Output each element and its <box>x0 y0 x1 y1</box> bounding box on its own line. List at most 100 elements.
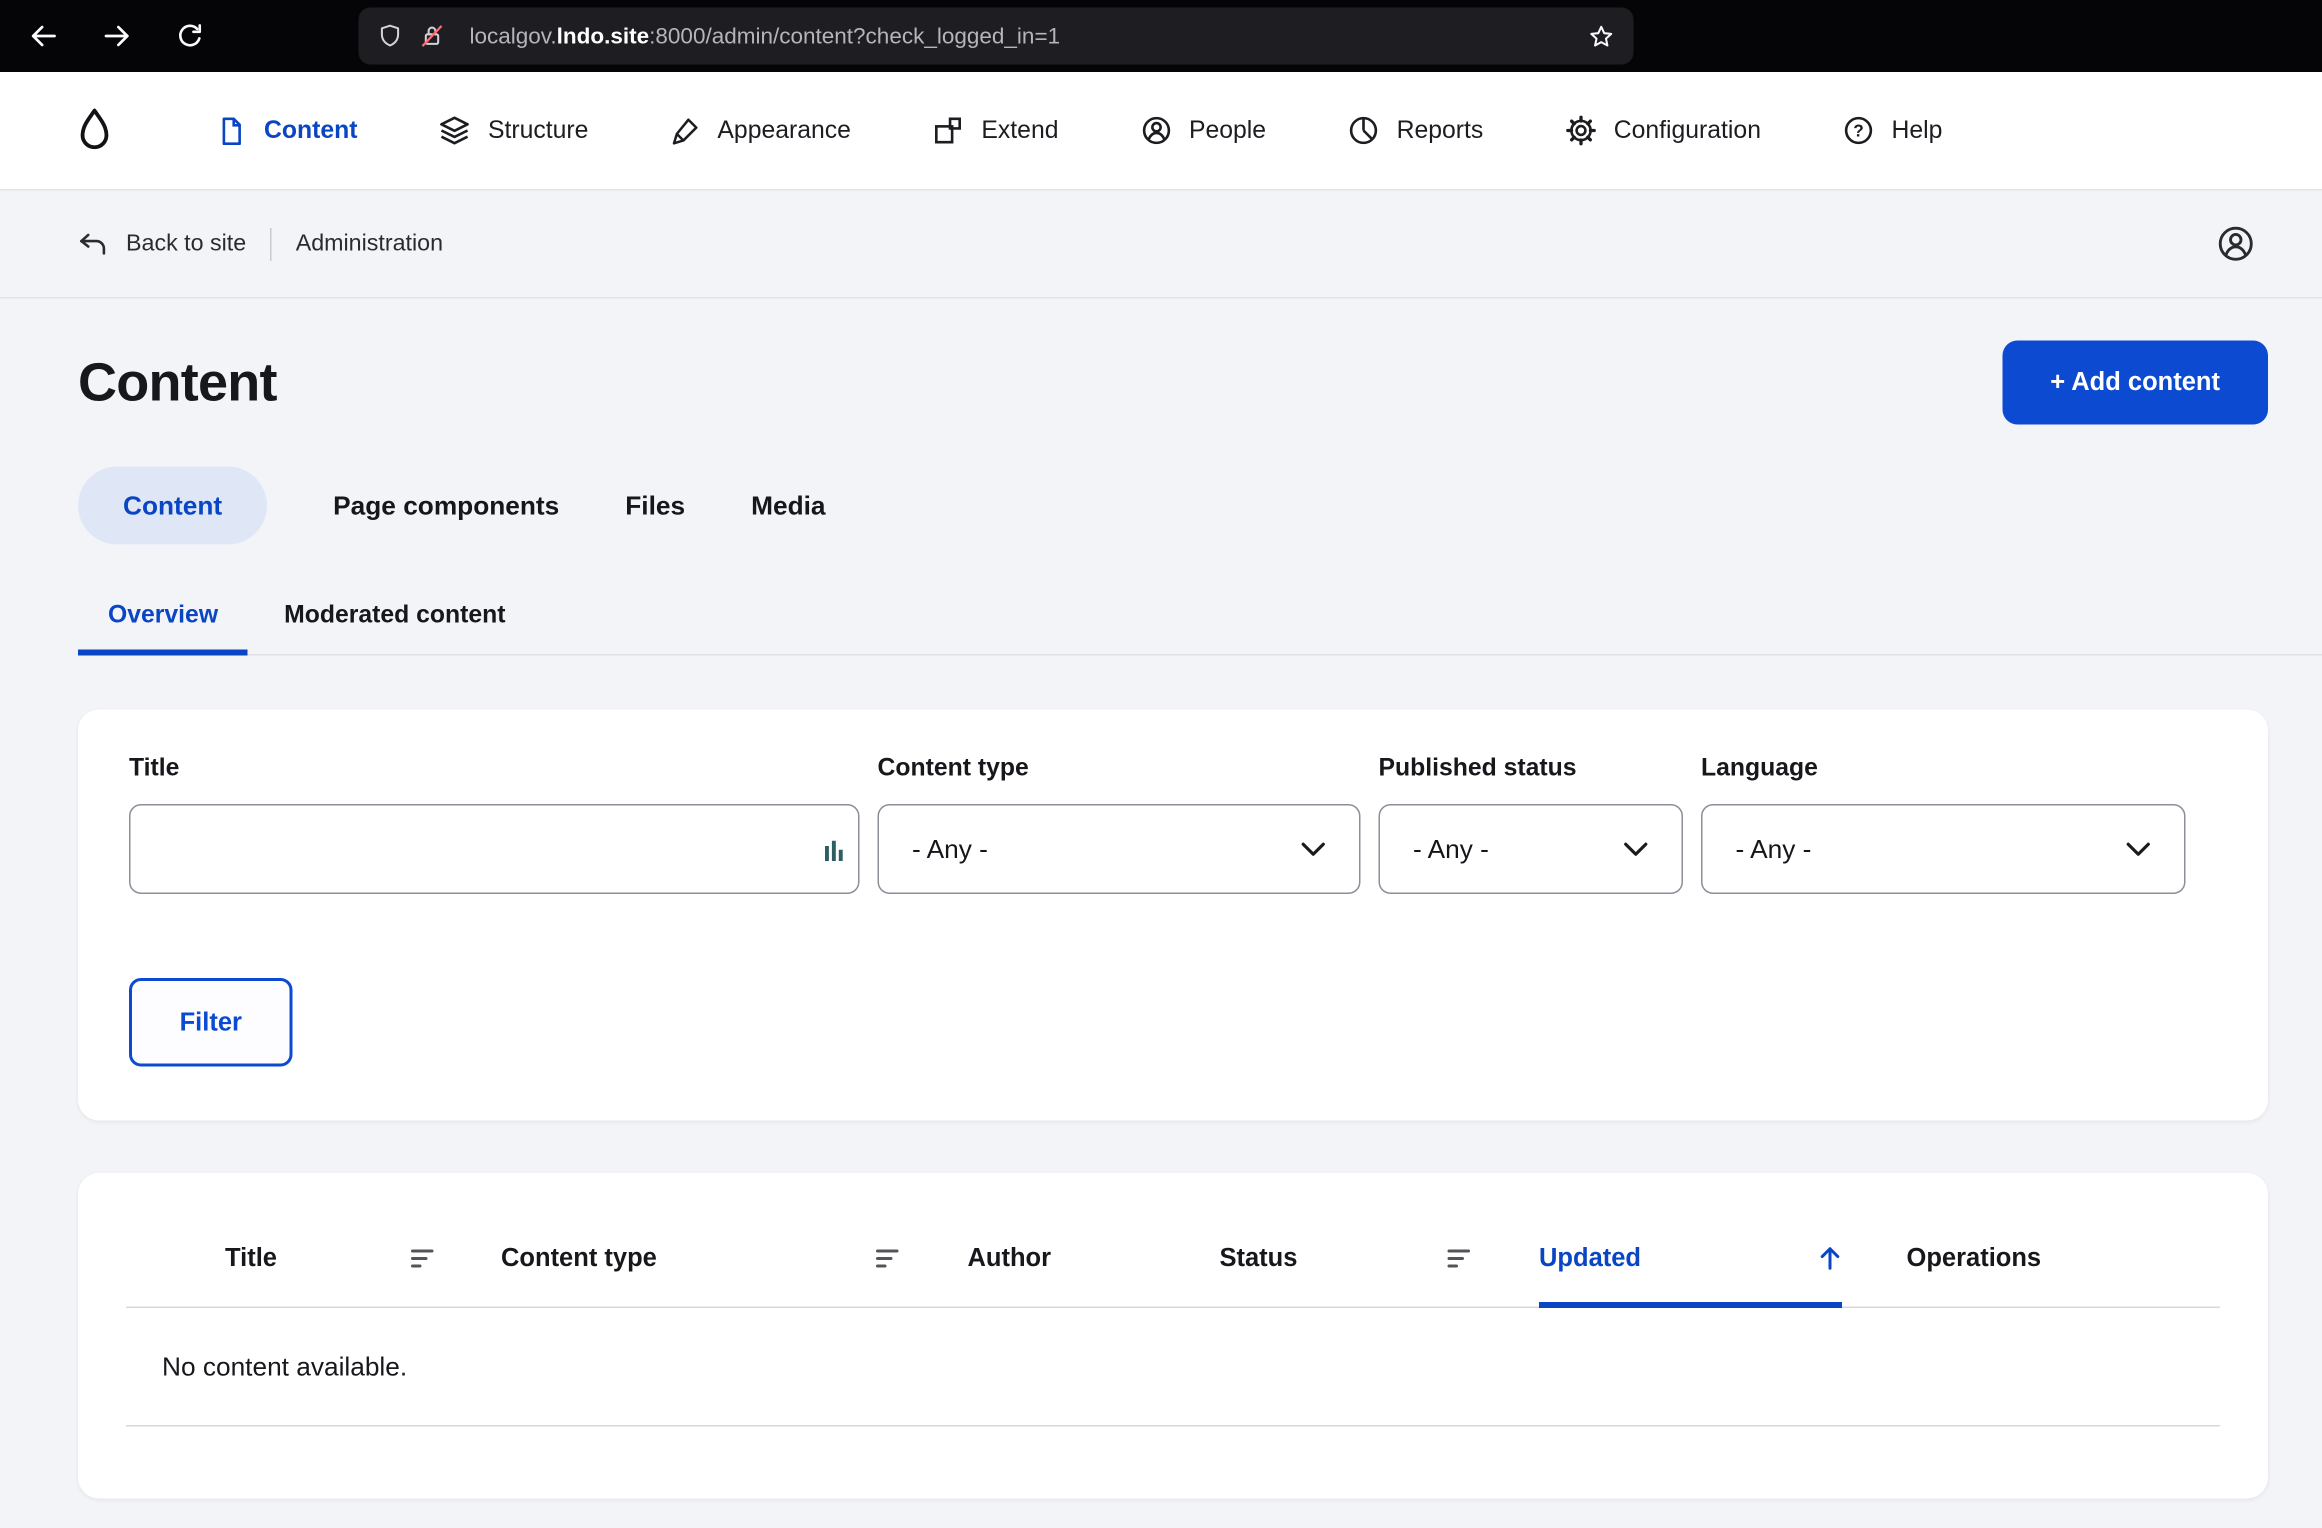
browser-reload-button[interactable] <box>153 0 227 72</box>
title-label: Title <box>129 754 180 782</box>
bookmark-star-icon[interactable] <box>1587 22 1616 51</box>
tab-media[interactable]: Media <box>751 490 825 522</box>
help-question-icon: ? <box>1842 114 1875 147</box>
divider <box>270 227 272 261</box>
person-circle-icon <box>1139 114 1172 147</box>
content-file-icon <box>216 115 248 147</box>
primary-tabs: Content Page components Files Media <box>78 466 2268 545</box>
toolbar-item-appearance[interactable]: Appearance <box>669 115 851 147</box>
browser-forward-button[interactable] <box>80 0 154 72</box>
browser-back-button[interactable] <box>6 0 80 72</box>
column-label: Operations <box>1906 1242 2042 1272</box>
content-type-selected-value: - Any - <box>912 833 988 864</box>
language-selected-value: - Any - <box>1735 833 1812 864</box>
back-to-site-label: Back to site <box>126 230 247 256</box>
sort-icon <box>1447 1247 1472 1268</box>
sort-by-updated[interactable]: Updated <box>1539 1209 1842 1307</box>
sort-by-content-type[interactable]: Content type <box>501 1243 968 1273</box>
toolbar-item-label: People <box>1188 116 1267 144</box>
published-status-select[interactable]: - Any - <box>1378 804 1683 894</box>
tab-content[interactable]: Content <box>78 466 268 545</box>
toolbar-item-label: Reports <box>1396 116 1484 144</box>
browser-chrome: localgov.lndo.site:8000/admin/content?ch… <box>0 0 2322 72</box>
column-label: Author <box>967 1242 1052 1272</box>
column-label: Title <box>225 1242 277 1272</box>
tab-page-components[interactable]: Page components <box>333 490 559 522</box>
admin-page: Back to site Administration Content + Ad… <box>0 190 2322 1528</box>
active-sort-underline <box>1539 1302 1842 1308</box>
content-type-label: Content type <box>877 754 1029 782</box>
toolbar-item-help[interactable]: ? Help <box>1842 114 1942 147</box>
toolbar-menu: Content Structure Appearance Extend Peop… <box>216 114 1942 147</box>
toolbar-item-structure[interactable]: Structure <box>438 114 588 147</box>
back-to-site-link[interactable]: Back to site <box>78 230 246 257</box>
column-header-author: Author <box>968 1209 1220 1307</box>
title-input[interactable] <box>129 804 860 894</box>
layers-icon <box>438 114 471 147</box>
sort-icon <box>411 1247 435 1268</box>
column-label: Updated <box>1539 1242 1641 1272</box>
column-label: Content type <box>501 1242 657 1272</box>
back-arrow-icon <box>31 25 56 47</box>
toolbar-item-label: Configuration <box>1613 116 1761 144</box>
toolbar-item-label: Content <box>264 116 358 144</box>
url-domain: lndo.site <box>556 23 650 49</box>
filter-field-language: Language - Any - <box>1701 754 2186 894</box>
published-status-label: Published status <box>1378 754 1577 782</box>
tab-files[interactable]: Files <box>625 490 685 522</box>
sort-icon <box>876 1247 900 1268</box>
url-text: localgov.lndo.site:8000/admin/content?ch… <box>470 23 1061 49</box>
toolbar-item-configuration[interactable]: Configuration <box>1564 114 1761 147</box>
subtab-moderated-content[interactable]: Moderated content <box>254 584 535 656</box>
language-select[interactable]: - Any - <box>1701 804 2186 894</box>
modules-icon <box>932 114 965 147</box>
user-account-icon[interactable] <box>2216 224 2257 265</box>
chevron-down-icon <box>1623 841 1649 858</box>
drupal-logo-icon[interactable] <box>69 105 120 156</box>
toolbar-item-label: Help <box>1891 116 1943 144</box>
url-path: :8000/admin/content?check_logged_in=1 <box>649 23 1061 49</box>
sort-by-status[interactable]: Status <box>1220 1243 1540 1273</box>
empty-row: No content available. <box>126 1308 2220 1427</box>
insecure-lock-icon[interactable] <box>419 23 446 50</box>
subtab-overview[interactable]: Overview <box>78 584 249 656</box>
breadcrumb-administration[interactable]: Administration <box>296 230 443 257</box>
toolbar-item-content[interactable]: Content <box>216 115 357 147</box>
filter-button[interactable]: Filter <box>129 978 293 1067</box>
empty-message: No content available. <box>162 1350 408 1381</box>
toolbar-item-label: Extend <box>981 116 1059 144</box>
column-header-updated: Updated <box>1539 1209 1907 1308</box>
language-label: Language <box>1701 754 1818 782</box>
published-status-selected-value: - Any - <box>1413 833 1489 864</box>
main-content: Content + Add content Content Page compo… <box>0 299 2322 1499</box>
autofill-bars-icon <box>824 837 845 863</box>
toolbar-item-label: Appearance <box>717 116 851 144</box>
svg-text:?: ? <box>1853 120 1864 140</box>
tracking-shield-icon[interactable] <box>377 23 404 50</box>
filter-panel: Title Content type - Any - Published sta… <box>78 709 2268 1121</box>
chevron-down-icon <box>1301 841 1327 858</box>
table-header-row: Title Content type Author Status Updated… <box>126 1209 2220 1308</box>
toolbar-item-extend[interactable]: Extend <box>932 114 1059 147</box>
url-bar[interactable]: localgov.lndo.site:8000/admin/content?ch… <box>358 7 1634 65</box>
toolbar-item-reports[interactable]: Reports <box>1347 114 1483 147</box>
reload-icon <box>179 23 202 46</box>
column-header-operations: Operations <box>1907 1209 2221 1307</box>
filter-field-published-status: Published status - Any - <box>1378 754 1683 894</box>
gear-icon <box>1564 114 1597 147</box>
sort-by-title[interactable]: Title <box>225 1243 501 1273</box>
column-header-title: Title <box>126 1209 501 1307</box>
url-subdomain: localgov. <box>469 23 557 49</box>
screen: localgov.lndo.site:8000/admin/content?ch… <box>0 0 2322 1528</box>
forward-arrow-icon <box>103 25 128 47</box>
filter-field-content-type: Content type - Any - <box>877 754 1361 894</box>
paintbrush-icon <box>669 115 701 147</box>
secondary-tabs: Overview Moderated content <box>78 584 2322 656</box>
toolbar-item-label: Structure <box>487 116 589 144</box>
add-content-button[interactable]: + Add content <box>2002 340 2268 425</box>
sort-ascending-arrow-icon <box>1818 1245 1842 1271</box>
page-title: Content <box>78 351 277 413</box>
column-label: Status <box>1219 1242 1298 1272</box>
content-type-select[interactable]: - Any - <box>877 804 1361 894</box>
toolbar-item-people[interactable]: People <box>1139 114 1266 147</box>
